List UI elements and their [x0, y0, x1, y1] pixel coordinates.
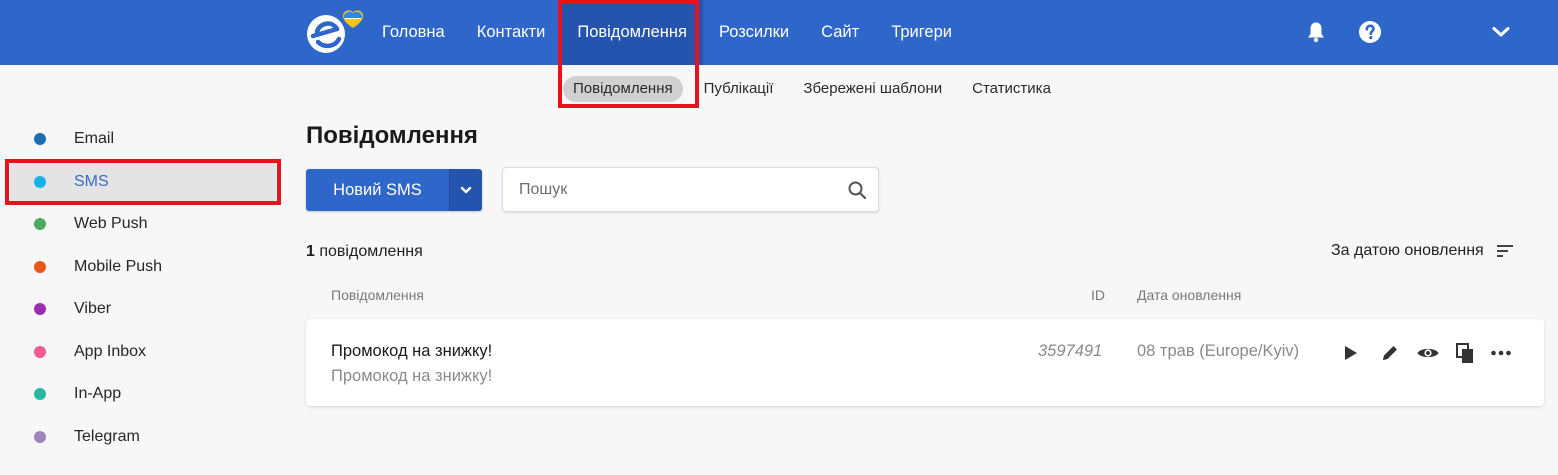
help-icon[interactable] — [1358, 20, 1382, 44]
message-title[interactable]: Промокод на знижку! — [331, 342, 492, 361]
subnav-item-saved-templates[interactable]: Збережені шаблони — [788, 76, 957, 102]
sidebar-item-sms[interactable]: SMS — [10, 160, 276, 203]
sidebar-item-label: Mobile Push — [74, 257, 163, 275]
chevron-down-icon — [460, 186, 472, 194]
sidebar-item-email[interactable]: Email — [0, 118, 290, 161]
message-count: 1 повідомлення — [306, 243, 423, 261]
channel-sidebar: Email SMS Web Push Mobile Push Viber App… — [0, 118, 290, 458]
sort-label: За датою оновлення — [1331, 242, 1484, 259]
sidebar-item-label: Viber — [74, 300, 112, 318]
sidebar-item-app-inbox[interactable]: App Inbox — [0, 331, 290, 374]
channel-color-dot — [34, 260, 46, 273]
column-header-date: Дата оновлення — [1137, 287, 1242, 303]
more-icon[interactable] — [1489, 341, 1513, 365]
nav-item-site[interactable]: Сайт — [805, 0, 875, 65]
play-icon[interactable] — [1338, 341, 1362, 365]
sidebar-item-label: SMS — [74, 172, 109, 190]
channel-color-dot — [34, 345, 46, 358]
message-date: 08 трав (Europe/Kyiv) — [1137, 342, 1300, 360]
sidebar-item-viber[interactable]: Viber — [0, 288, 290, 331]
sort-control[interactable]: За датою оновлення — [1331, 242, 1514, 260]
sidebar-item-label: Web Push — [74, 215, 148, 233]
sidebar-item-in-app[interactable]: In-App — [0, 373, 290, 416]
nav-item-messages[interactable]: Повідомлення — [561, 0, 703, 65]
main-nav: Головна Контакти Повідомлення Розсилки С… — [366, 0, 968, 65]
sidebar-item-label: In-App — [74, 385, 122, 403]
page-title: Повідомлення — [306, 122, 478, 149]
channel-color-dot — [34, 175, 46, 188]
search-icon[interactable] — [847, 180, 867, 200]
search-box — [502, 167, 879, 212]
chevron-down-icon[interactable] — [1489, 20, 1513, 44]
nav-item-campaigns[interactable]: Розсилки — [703, 0, 805, 65]
logo-icon[interactable] — [304, 10, 366, 56]
new-sms-button-group: Новий SMS — [306, 169, 482, 211]
nav-item-contacts[interactable]: Контакти — [461, 0, 562, 65]
message-id: 3597491 — [1038, 342, 1103, 360]
channel-color-dot — [34, 218, 46, 231]
channel-color-dot — [34, 430, 46, 443]
sub-nav: Повідомлення Публікації Збережені шаблон… — [563, 75, 1066, 103]
sidebar-item-label: Telegram — [74, 427, 140, 445]
channel-color-dot — [34, 133, 46, 146]
sidebar-item-telegram[interactable]: Telegram — [0, 416, 290, 459]
subnav-item-publications[interactable]: Публікації — [689, 76, 789, 102]
subnav-item-messages[interactable]: Повідомлення — [563, 76, 683, 102]
nav-item-home[interactable]: Головна — [366, 0, 461, 65]
top-navigation-bar: Головна Контакти Повідомлення Розсилки С… — [0, 0, 1558, 65]
column-header-id: ID — [1091, 287, 1105, 303]
sidebar-item-web-push[interactable]: Web Push — [0, 203, 290, 246]
new-sms-dropdown-button[interactable] — [449, 169, 482, 211]
new-sms-button[interactable]: Новий SMS — [306, 169, 449, 211]
bell-icon[interactable] — [1304, 20, 1328, 44]
sort-icon — [1496, 245, 1513, 257]
message-count-number: 1 — [306, 243, 315, 260]
channel-color-dot — [34, 388, 46, 401]
message-subtitle: Промокод на знижку! — [331, 367, 493, 385]
sidebar-item-label: Email — [74, 130, 115, 148]
search-input[interactable] — [519, 168, 839, 211]
sidebar-item-mobile-push[interactable]: Mobile Push — [0, 246, 290, 289]
message-count-label: повідомлення — [319, 243, 423, 260]
nav-item-triggers[interactable]: Тригери — [875, 0, 968, 65]
subnav-item-statistics[interactable]: Статистика — [957, 76, 1066, 102]
sidebar-item-label: App Inbox — [74, 342, 147, 360]
copy-icon[interactable] — [1453, 341, 1477, 365]
column-header-message: Повідомлення — [331, 287, 424, 303]
eye-icon[interactable] — [1416, 341, 1440, 365]
channel-color-dot — [34, 303, 46, 316]
message-row[interactable]: Промокод на знижку! Промокод на знижку! … — [306, 319, 1544, 406]
edit-icon[interactable] — [1378, 341, 1402, 365]
